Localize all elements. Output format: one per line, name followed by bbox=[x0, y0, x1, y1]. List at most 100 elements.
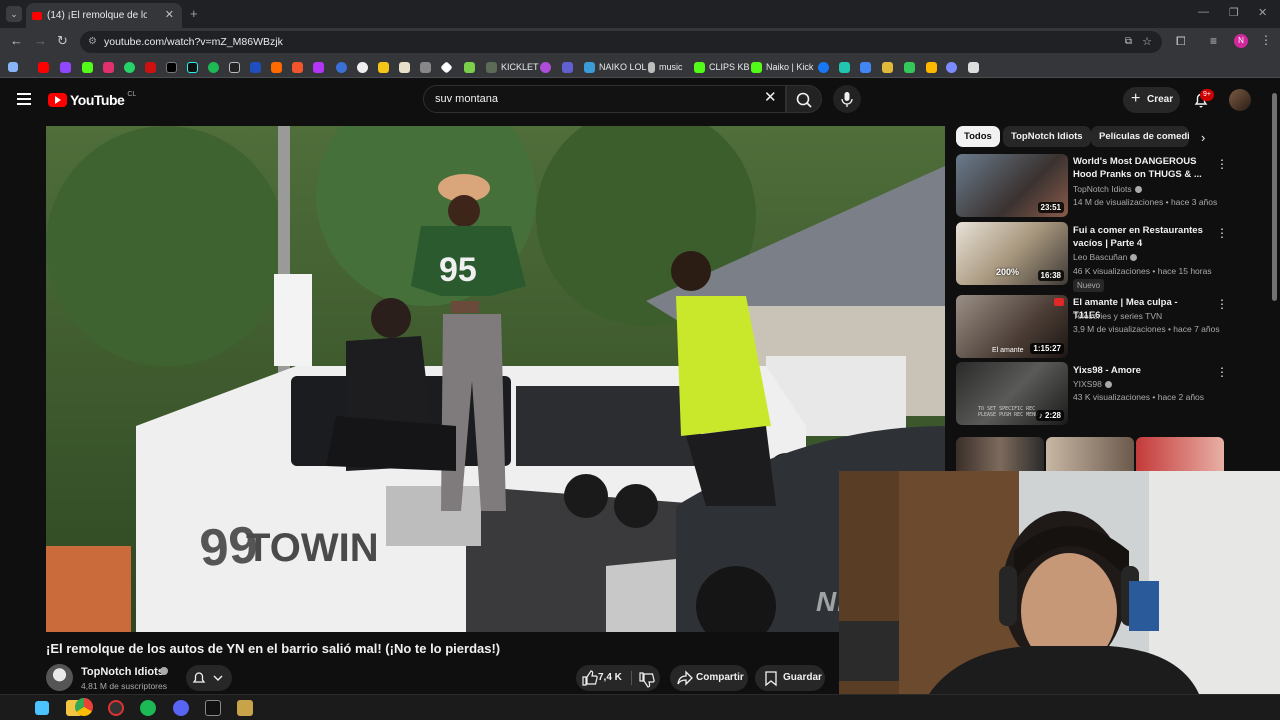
apps-grid-icon[interactable] bbox=[8, 60, 18, 74]
bookmark-tiktok-icon[interactable] bbox=[187, 60, 198, 74]
bookmark-gold-icon[interactable] bbox=[882, 60, 893, 74]
share-button[interactable]: Compartir bbox=[670, 665, 748, 691]
close-window-icon[interactable]: ✕ bbox=[1258, 6, 1267, 19]
bookmark-clips-kb[interactable]: CLIPS KB bbox=[694, 60, 750, 74]
recommended-thumbnail[interactable]: 23:51 bbox=[956, 154, 1068, 217]
save-button[interactable]: Guardar bbox=[755, 665, 825, 691]
start-windows-icon[interactable] bbox=[35, 701, 49, 715]
bookmark-green-icon[interactable] bbox=[464, 60, 475, 74]
bookmark-box-icon[interactable] bbox=[968, 60, 979, 74]
bookmark-globe-icon[interactable] bbox=[336, 60, 347, 74]
bookmark-purple-icon[interactable] bbox=[313, 60, 324, 74]
recommended-channel[interactable]: Leo Bascuñan bbox=[1073, 252, 1138, 262]
bookmark-kick-icon[interactable] bbox=[82, 60, 93, 74]
spotify-icon[interactable] bbox=[140, 700, 156, 716]
dislike-button[interactable] bbox=[634, 665, 660, 691]
channel-avatar[interactable] bbox=[46, 664, 73, 691]
browser-menu-icon[interactable]: ⋮ bbox=[1260, 33, 1272, 47]
browser-tab[interactable]: (14) ¡El remolque de los aut ✕ bbox=[26, 3, 182, 28]
clear-search-icon[interactable]: ✕ bbox=[764, 88, 777, 106]
account-avatar[interactable] bbox=[1229, 89, 1251, 111]
tab-search-icon[interactable]: ⌄ bbox=[6, 6, 22, 22]
obs-icon[interactable] bbox=[108, 700, 124, 716]
bookmark-orange-icon[interactable] bbox=[271, 60, 282, 74]
forward-arrow-icon[interactable]: → bbox=[34, 33, 47, 48]
site-info-icon[interactable]: ⚙ bbox=[88, 31, 97, 53]
bookmark-red-icon[interactable] bbox=[145, 60, 156, 74]
more-actions-icon[interactable]: ⋮ bbox=[1216, 158, 1228, 170]
app-icon[interactable] bbox=[205, 700, 221, 716]
voice-search-button[interactable] bbox=[833, 85, 861, 113]
bookmark-u-icon[interactable] bbox=[926, 60, 937, 74]
bookmark-naiko-lol[interactable]: NAIKO LOL bbox=[584, 60, 647, 74]
address-bar[interactable]: ⚙ youtube.com/watch?v=mZ_M86WBzjk ⧉ ☆ bbox=[80, 31, 1162, 53]
recommended-title[interactable]: Yixs98 - Amore bbox=[1073, 364, 1205, 377]
channel-name[interactable]: TopNotch Idiots bbox=[81, 666, 164, 678]
chip-topnotch-idiots[interactable]: TopNotch Idiots bbox=[1003, 126, 1091, 147]
recommended-title[interactable]: World's Most DANGEROUS Hood Pranks on TH… bbox=[1073, 155, 1205, 181]
hamburger-menu-icon[interactable] bbox=[17, 93, 31, 105]
bookmark-kicklet[interactable]: KICKLET bbox=[486, 60, 539, 74]
bookmark-instagram-icon[interactable] bbox=[103, 60, 114, 74]
bookmark-red2-icon[interactable] bbox=[292, 60, 303, 74]
recommended-thumbnail[interactable]: El amante 1:15:27 bbox=[956, 295, 1068, 358]
media-control-icon[interactable]: ≡ bbox=[1210, 34, 1217, 48]
bookmark-diamond-icon[interactable] bbox=[440, 60, 453, 74]
bookmark-twitch-icon[interactable] bbox=[60, 60, 71, 74]
minimize-icon[interactable]: — bbox=[1198, 6, 1209, 18]
chrome-icon[interactable] bbox=[75, 698, 93, 716]
bookmark-plus-icon[interactable] bbox=[904, 60, 915, 74]
more-actions-icon[interactable]: ⋮ bbox=[1216, 366, 1228, 378]
bookmark-star-icon[interactable]: ☆ bbox=[1142, 31, 1152, 53]
more-actions-icon[interactable]: ⋮ bbox=[1216, 298, 1228, 310]
chip-comedy-movies[interactable]: Películas de comedia bbox=[1091, 126, 1189, 147]
bookmark-blue-icon[interactable] bbox=[250, 60, 261, 74]
bookmark-cat-icon[interactable] bbox=[399, 60, 410, 74]
bookmark-grid-icon[interactable] bbox=[860, 60, 871, 74]
youtube-logo[interactable]: YouTube CL bbox=[48, 91, 136, 108]
chips-next-chevron-icon[interactable]: › bbox=[1201, 130, 1205, 145]
recommended-channel[interactable]: Teleseries y series TVN bbox=[1073, 311, 1162, 321]
bookmark-youtube-icon[interactable] bbox=[38, 60, 49, 74]
short-thumbnail[interactable] bbox=[1046, 437, 1134, 473]
extensions-icon[interactable]: ⧠ bbox=[1176, 34, 1186, 49]
page-scrollbar[interactable] bbox=[1272, 93, 1277, 301]
like-button[interactable]: 7,4 K bbox=[576, 665, 628, 691]
bookmark-facebook-icon[interactable] bbox=[818, 60, 829, 74]
league-icon[interactable] bbox=[237, 700, 253, 716]
short-thumbnail[interactable] bbox=[1136, 437, 1224, 473]
video-player[interactable]: 99 TOWIN 95 NEXT OI bbox=[46, 126, 945, 632]
new-tab-icon[interactable]: + bbox=[190, 6, 198, 21]
recommended-channel[interactable]: YIXS98 bbox=[1073, 379, 1112, 389]
more-actions-icon[interactable]: ⋮ bbox=[1216, 227, 1228, 239]
short-thumbnail[interactable] bbox=[956, 437, 1044, 473]
create-button[interactable]: + Crear bbox=[1123, 87, 1180, 113]
recommended-channel[interactable]: TopNotch Idiots bbox=[1073, 184, 1142, 194]
discord-icon[interactable] bbox=[173, 700, 189, 716]
bookmark-pink-icon[interactable] bbox=[540, 60, 551, 74]
subscription-notification-button[interactable] bbox=[186, 665, 232, 691]
bookmark-music[interactable]: music bbox=[648, 60, 683, 74]
bookmark-shield-icon[interactable] bbox=[562, 60, 573, 74]
search-input[interactable]: suv montana bbox=[423, 85, 786, 113]
bookmark-gray-icon[interactable] bbox=[420, 60, 431, 74]
bookmark-github-icon[interactable] bbox=[357, 60, 368, 74]
bookmark-whatsapp-icon[interactable] bbox=[124, 60, 135, 74]
recommended-thumbnail[interactable]: 200% 16:38 bbox=[956, 222, 1068, 285]
profile-avatar[interactable]: N bbox=[1234, 34, 1248, 48]
bookmark-swirl-icon[interactable] bbox=[946, 60, 957, 74]
recommended-thumbnail[interactable]: TO SET SPECIFIC REC PLEASE PUSH REC MENU… bbox=[956, 362, 1068, 425]
install-app-icon[interactable]: ⧉ bbox=[1125, 31, 1132, 53]
bookmark-x-icon[interactable] bbox=[166, 60, 177, 74]
bookmark-teal-icon[interactable] bbox=[839, 60, 850, 74]
bookmark-spotify-icon[interactable] bbox=[208, 60, 219, 74]
bookmark-yellow-icon[interactable] bbox=[378, 60, 389, 74]
bookmark-s-icon[interactable] bbox=[229, 60, 240, 74]
bookmark-naiko-kick[interactable]: Naiko | Kick bbox=[751, 60, 813, 74]
close-tab-icon[interactable]: ✕ bbox=[165, 8, 174, 21]
chip-all[interactable]: Todos bbox=[956, 126, 1000, 147]
restore-icon[interactable]: ❐ bbox=[1229, 6, 1239, 19]
recommended-title[interactable]: Fui a comer en Restaurantes vacíos | Par… bbox=[1073, 224, 1205, 250]
search-button[interactable] bbox=[786, 85, 822, 113]
reload-icon[interactable]: ↻ bbox=[57, 33, 68, 49]
